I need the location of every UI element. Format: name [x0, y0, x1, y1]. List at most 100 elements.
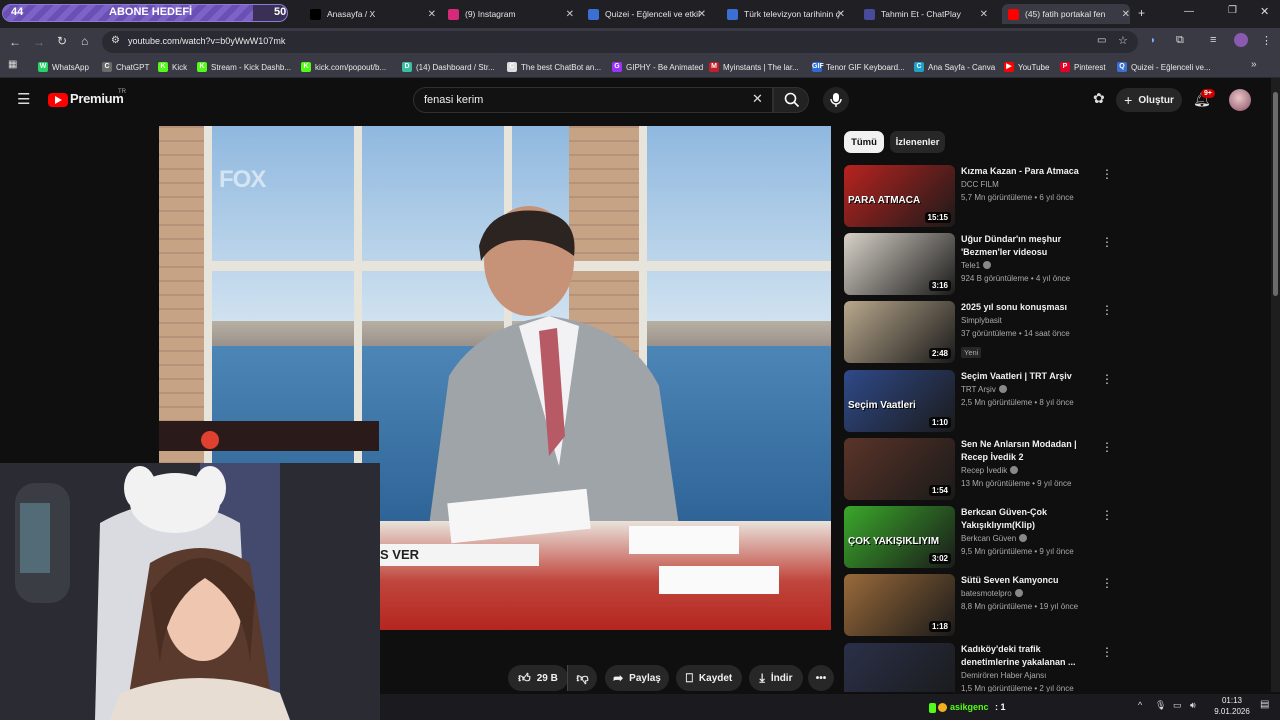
bookmark-item[interactable]: C ChatGPT: [102, 60, 149, 74]
tab-6[interactable]: (45) fatih portakal fen ✕: [1002, 4, 1130, 24]
create-button[interactable]: + Oluştur: [1116, 88, 1182, 112]
tray-network-icon[interactable]: ▭: [1173, 700, 1182, 711]
bookmark-item[interactable]: M Myinstants | The lar...: [709, 60, 799, 74]
youtube-premium-logo[interactable]: Premium: [70, 91, 124, 106]
bookmark-item[interactable]: C The best ChatBot an...: [507, 60, 601, 74]
channel-name[interactable]: Tele1: [961, 261, 992, 270]
close-tab-icon[interactable]: ✕: [837, 9, 845, 20]
bookmark-star-icon[interactable]: ☆: [1118, 34, 1128, 47]
studio-icon[interactable]: ✿: [1093, 90, 1105, 107]
video-title[interactable]: Seçim Vaatleri | TRT Arşiv: [961, 370, 1081, 383]
close-tab-icon[interactable]: ✕: [1122, 9, 1130, 20]
notification-center-icon[interactable]: ▤: [1260, 699, 1269, 710]
bookmark-item[interactable]: ▶ YouTube: [1004, 60, 1049, 74]
video-thumbnail[interactable]: ÇOK YAKIŞIKLIYIM 3:02: [844, 506, 955, 568]
clock-date[interactable]: 9.01.2026: [1206, 707, 1258, 716]
video-title[interactable]: Berkcan Güven-Çok Yakışıklıyım(Klip): [961, 506, 1081, 532]
more-vertical-icon[interactable]: ⋮: [1101, 167, 1113, 181]
more-vertical-icon[interactable]: ⋮: [1101, 440, 1113, 454]
channel-name[interactable]: Recep İvedik: [961, 466, 1019, 475]
channel-name[interactable]: Simplybasit: [961, 316, 1002, 325]
channel-name[interactable]: Demirören Haber Ajansı: [961, 671, 1046, 680]
clock-time[interactable]: 01:13: [1212, 696, 1252, 705]
channel-name[interactable]: batesmotelpro: [961, 589, 1023, 598]
video-thumbnail[interactable]: 1:18: [844, 574, 955, 636]
recommendation-item[interactable]: PARA ATMACA 15:15 Kızma Kazan - Para Atmac…: [843, 165, 1113, 227]
bookmark-item[interactable]: K Kick: [158, 60, 187, 74]
share-button[interactable]: ➦ Paylaş: [605, 665, 669, 691]
bookmark-item[interactable]: P Pinterest: [1060, 60, 1106, 74]
more-vertical-icon[interactable]: ⋮: [1101, 372, 1113, 386]
video-title[interactable]: Uğur Dündar'ın meşhur 'Bezmen'ler videos…: [961, 233, 1081, 259]
search-input[interactable]: fenasi kerim: [424, 94, 483, 106]
tab-1[interactable]: Anasayfa / X ✕: [310, 4, 436, 24]
like-button[interactable]: 👍︎ 29 B: [508, 665, 568, 691]
bookmark-item[interactable]: Kkick.com/popout/b...: [301, 60, 386, 74]
tray-mic-icon[interactable]: 🎙︎: [1155, 700, 1166, 711]
recommendation-item[interactable]: 2:48 2025 yıl sonu konuşması Simplybasit 37…: [843, 301, 1113, 363]
video-thumbnail[interactable]: PARA ATMACA 15:15: [844, 165, 955, 227]
address-bar[interactable]: ⚙ youtube.com/watch?v=b0yWwW107mk ▭ ☆: [102, 31, 1138, 53]
bookmark-item[interactable]: K Stream - Kick Dashb...: [197, 60, 291, 74]
channel-name[interactable]: Berkcan Güven: [961, 534, 1028, 543]
tray-volume-icon[interactable]: 🔊︎: [1190, 700, 1196, 711]
video-title[interactable]: Sen Ne Anlarsın Modadan | Recep İvedik 2: [961, 438, 1081, 464]
tray-chevron-icon[interactable]: ^: [1138, 700, 1142, 710]
page-scrollbar[interactable]: [1271, 78, 1280, 692]
video-thumbnail[interactable]: 1:54: [844, 438, 955, 500]
more-vertical-icon[interactable]: ⋮: [1101, 645, 1113, 659]
extensions-puzzle-icon[interactable]: ⧉: [1176, 34, 1184, 47]
tab-3[interactable]: Quizei - Eğlenceli ve etkil ✕: [588, 4, 706, 24]
bookmark-item[interactable]: GIF Tenor GIF Keyboard...: [812, 60, 905, 74]
more-vertical-icon[interactable]: ⋮: [1101, 576, 1113, 590]
recommendation-item[interactable]: Kadıköy'deki trafik denetimlerine yakala…: [843, 643, 1113, 692]
recommendation-item[interactable]: 3:16 Uğur Dündar'ın meşhur 'Bezmen'ler vi…: [843, 233, 1113, 295]
search-box[interactable]: fenasi kerim ✕: [413, 87, 773, 113]
more-vertical-icon[interactable]: ⋮: [1101, 508, 1113, 522]
tab-4[interactable]: Türk televizyon tarihinin ç ✕: [727, 4, 845, 24]
restore-icon[interactable]: ❐: [1228, 5, 1237, 16]
video-title[interactable]: Kızma Kazan - Para Atmaca: [961, 165, 1081, 178]
browser-menu-icon[interactable]: ⋮: [1261, 34, 1272, 47]
tab-5[interactable]: Tahmin Et - ChatPlay ✕: [864, 4, 988, 24]
channel-name[interactable]: TRT Arşiv: [961, 385, 1007, 394]
scrollbar-thumb[interactable]: [1273, 92, 1278, 296]
bookmark-item[interactable]: W WhatsApp: [38, 60, 89, 74]
bookmark-item[interactable]: C Ana Sayfa - Canva: [914, 60, 995, 74]
close-window-icon[interactable]: ✕: [1260, 5, 1269, 18]
youtube-logo-icon[interactable]: [48, 93, 68, 107]
chip-all[interactable]: Tümü: [844, 131, 884, 153]
install-app-icon[interactable]: ▭: [1097, 35, 1106, 46]
chip-watched[interactable]: İzlenenler: [890, 131, 945, 153]
more-vertical-icon[interactable]: ⋮: [1101, 303, 1113, 317]
recommendation-item[interactable]: Seçim Vaatleri 1:10 Seçim Vaatleri | TRT A…: [843, 370, 1113, 432]
clear-search-icon[interactable]: ✕: [752, 91, 763, 107]
close-tab-icon[interactable]: ✕: [428, 9, 436, 20]
apps-grid-icon[interactable]: ▦: [8, 59, 17, 70]
search-button[interactable]: [773, 87, 809, 113]
bookmark-item[interactable]: D (14) Dashboard / Str...: [402, 60, 495, 74]
more-vertical-icon[interactable]: ⋮: [1101, 235, 1113, 249]
close-tab-icon[interactable]: ✕: [980, 9, 988, 20]
site-info-icon[interactable]: ⚙: [111, 35, 120, 46]
extension-icon[interactable]: ◗: [1150, 35, 1156, 46]
dislike-button[interactable]: 👎︎: [567, 665, 597, 691]
reload-icon[interactable]: ↻: [57, 34, 67, 48]
download-button[interactable]: ⤓ İndir: [749, 665, 803, 691]
video-title[interactable]: 2025 yıl sonu konuşması: [961, 301, 1081, 314]
account-avatar[interactable]: [1229, 89, 1251, 111]
tab-2[interactable]: (9) Instagram ✕: [448, 4, 574, 24]
home-icon[interactable]: ⌂: [81, 34, 88, 48]
recommendation-item[interactable]: ÇOK YAKIŞIKLIYIM 3:02 Berkcan Güven-Çok Ya…: [843, 506, 1113, 568]
media-controls-icon[interactable]: ≡: [1210, 34, 1216, 46]
new-tab-icon[interactable]: +: [1138, 6, 1145, 20]
video-thumbnail[interactable]: [844, 643, 955, 692]
more-bookmarks-icon[interactable]: »: [1251, 59, 1257, 70]
minimize-icon[interactable]: —: [1184, 6, 1194, 17]
video-thumbnail[interactable]: 3:16: [844, 233, 955, 295]
bookmark-item[interactable]: G GIPHY - Be Animated: [612, 60, 703, 74]
video-title[interactable]: Sütü Seven Kamyoncu: [961, 574, 1081, 587]
save-button[interactable]: ⎕ Kaydet: [676, 665, 742, 691]
video-title[interactable]: Kadıköy'deki trafik denetimlerine yakala…: [961, 643, 1081, 669]
profile-avatar-icon[interactable]: [1234, 33, 1248, 47]
